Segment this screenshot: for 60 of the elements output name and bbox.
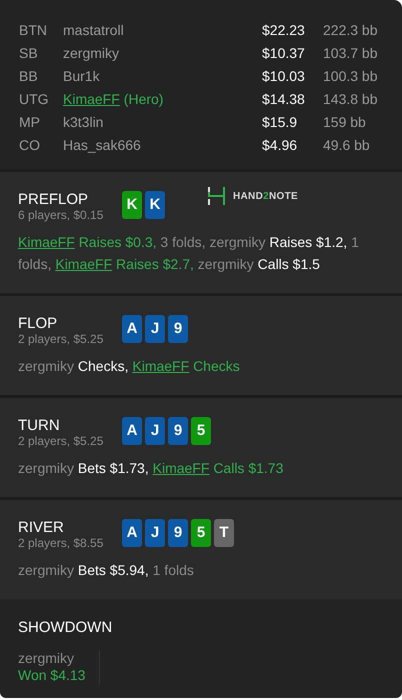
action-line: KimaeFF Raises $0.3, 3 folds, zergmiky Raises $1.2, 1 folds, KimaeFF Raises $2.7, zergmiky Calls $1.5 (18, 233, 360, 274)
position-label: MP (19, 113, 41, 132)
street-info: 6 players, $0.15 (18, 208, 104, 223)
player-link[interactable]: KimaeFF (152, 460, 210, 476)
playing-card: J (145, 315, 165, 343)
playing-card: 9 (168, 315, 188, 343)
position-label: BTN (19, 21, 48, 40)
stack-amount: $10.37 (262, 44, 306, 63)
street-name: PREFLOP (18, 191, 90, 208)
playing-card: A (122, 519, 142, 547)
player-name: Bur1k (63, 67, 100, 86)
winnings: Won $4.13 (18, 666, 86, 684)
stack-amount: $22.23 (262, 21, 306, 40)
showdown-title: SHOWDOWN (18, 618, 114, 638)
logo-icon (207, 186, 227, 206)
playing-card: 9 (168, 417, 188, 445)
player-link[interactable]: KimaeFF (18, 234, 75, 250)
playing-card: A (122, 315, 142, 343)
playing-card: 5 (191, 417, 211, 445)
position-label: BB (19, 67, 39, 86)
street-name: RIVER (18, 519, 65, 536)
playing-card: T (214, 519, 234, 547)
player-link[interactable]: KimaeFF (132, 358, 190, 374)
big-blinds: 159 bb (323, 113, 366, 132)
player-name: Has_sak666 (63, 136, 141, 155)
stack-amount: $4.96 (262, 136, 298, 155)
action-line: zergmiky Bets $1.73, KimaeFF Calls $1.73 (18, 459, 284, 478)
playing-card: K (145, 191, 165, 219)
big-blinds: 222.3 bb (323, 21, 378, 40)
player-name[interactable]: KimaeFF (63, 89, 120, 110)
position-label: UTG (19, 90, 50, 109)
action-line: zergmiky Checks, KimaeFF Checks (18, 357, 241, 376)
street-name: TURN (18, 417, 61, 434)
playing-card: A (122, 417, 142, 445)
playing-card: 5 (191, 519, 211, 547)
player-name: mastatroll (63, 21, 124, 40)
street-info: 2 players, $8.55 (18, 536, 104, 551)
stack-amount: $14.38 (262, 90, 306, 109)
player-name: k3t3lin (63, 113, 104, 132)
stack-amount: $15.9 (262, 113, 298, 132)
playing-card: J (145, 519, 165, 547)
action-line: zergmiky Bets $5.94, 1 folds (18, 561, 195, 580)
big-blinds: 103.7 bb (323, 44, 378, 63)
playing-card: J (145, 417, 165, 445)
player-link[interactable]: KimaeFF (55, 256, 112, 272)
stack-amount: $10.03 (262, 67, 306, 86)
street-info: 2 players, $5.25 (18, 434, 104, 449)
playing-card: 9 (168, 519, 188, 547)
big-blinds: 143.8 bb (323, 90, 378, 109)
winner-name: zergmiky (18, 650, 76, 666)
big-blinds: 100.3 bb (323, 67, 378, 86)
player-name: zergmiky (63, 44, 120, 63)
position-label: SB (19, 44, 39, 63)
big-blinds: 49.6 bb (323, 136, 370, 155)
position-label: CO (19, 136, 41, 155)
street-info: 2 players, $5.25 (18, 332, 104, 347)
street-name: FLOP (18, 315, 58, 332)
hero-tag: (Hero) (124, 89, 164, 110)
playing-card: K (122, 191, 142, 219)
logo-text: HAND2NOTE (233, 190, 298, 204)
